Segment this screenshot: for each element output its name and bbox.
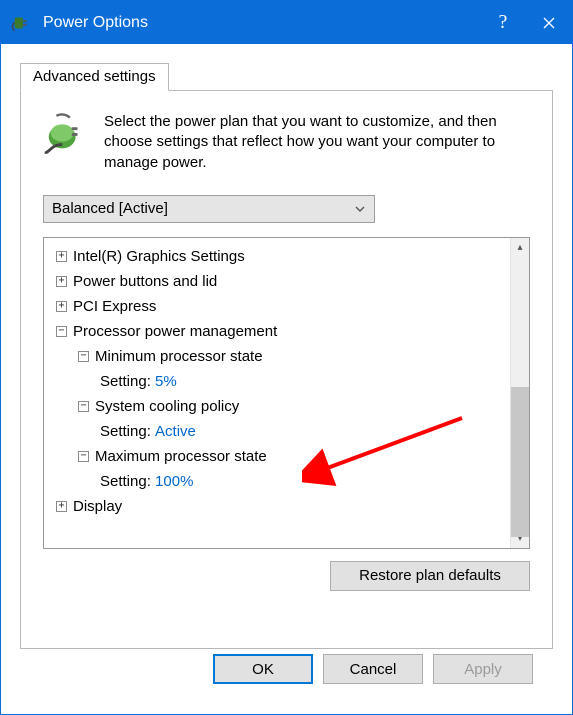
tree-item-cooling-setting[interactable]: Setting: Active — [50, 419, 510, 444]
intro-row: Select the power plan that you want to c… — [43, 110, 530, 173]
min-processor-value[interactable]: 5% — [155, 373, 177, 390]
power-plan-icon — [43, 110, 89, 156]
tree-item-display[interactable]: + Display — [50, 494, 510, 519]
window-title: Power Options — [43, 14, 480, 32]
tree-item-power-buttons[interactable]: + Power buttons and lid — [50, 269, 510, 294]
tab-advanced-settings[interactable]: Advanced settings — [20, 63, 169, 91]
collapse-icon[interactable]: − — [56, 326, 67, 337]
tree-item-processor-power[interactable]: − Processor power management — [50, 319, 510, 344]
apply-button: Apply — [433, 654, 533, 684]
chevron-down-icon — [354, 203, 366, 215]
scrollbar[interactable]: ▴ ▾ — [510, 238, 529, 548]
cooling-value[interactable]: Active — [155, 423, 196, 440]
help-button[interactable]: ? — [480, 1, 526, 44]
tree-item-min-setting[interactable]: Setting: 5% — [50, 369, 510, 394]
collapse-icon[interactable]: − — [78, 351, 89, 362]
settings-tree-container: + Intel(R) Graphics Settings + Power but… — [43, 237, 530, 549]
collapse-icon[interactable]: − — [78, 401, 89, 412]
settings-tree[interactable]: + Intel(R) Graphics Settings + Power but… — [44, 238, 510, 548]
collapse-icon[interactable]: − — [78, 451, 89, 462]
tree-item-min-processor-state[interactable]: − Minimum processor state — [50, 344, 510, 369]
plan-selected-label: Balanced [Active] — [52, 200, 168, 217]
scroll-thumb[interactable] — [511, 387, 529, 537]
close-button[interactable] — [526, 1, 572, 44]
dialog-content: Advanced settings Select the power plan … — [1, 44, 572, 714]
expand-icon[interactable]: + — [56, 251, 67, 262]
intro-text: Select the power plan that you want to c… — [104, 110, 530, 173]
plan-select[interactable]: Balanced [Active] — [43, 195, 375, 223]
power-plug-icon — [11, 12, 33, 34]
scroll-track[interactable] — [511, 257, 529, 529]
restore-defaults-button[interactable]: Restore plan defaults — [330, 561, 530, 591]
ok-button[interactable]: OK — [213, 654, 313, 684]
expand-icon[interactable]: + — [56, 276, 67, 287]
tree-item-intel-graphics[interactable]: + Intel(R) Graphics Settings — [50, 244, 510, 269]
expand-icon[interactable]: + — [56, 301, 67, 312]
tab-strip: Advanced settings — [20, 62, 553, 90]
tree-item-pci-express[interactable]: + PCI Express — [50, 294, 510, 319]
titlebar: Power Options ? — [1, 1, 572, 44]
tree-item-max-processor-state[interactable]: − Maximum processor state — [50, 444, 510, 469]
max-processor-value[interactable]: 100% — [155, 473, 193, 490]
tab-panel: Select the power plan that you want to c… — [20, 90, 553, 649]
cancel-button[interactable]: Cancel — [323, 654, 423, 684]
tree-item-max-setting[interactable]: Setting: 100% — [50, 469, 510, 494]
tree-item-cooling-policy[interactable]: − System cooling policy — [50, 394, 510, 419]
dialog-button-row: OK Cancel Apply — [20, 649, 553, 704]
expand-icon[interactable]: + — [56, 501, 67, 512]
scroll-up-button[interactable]: ▴ — [511, 238, 529, 257]
